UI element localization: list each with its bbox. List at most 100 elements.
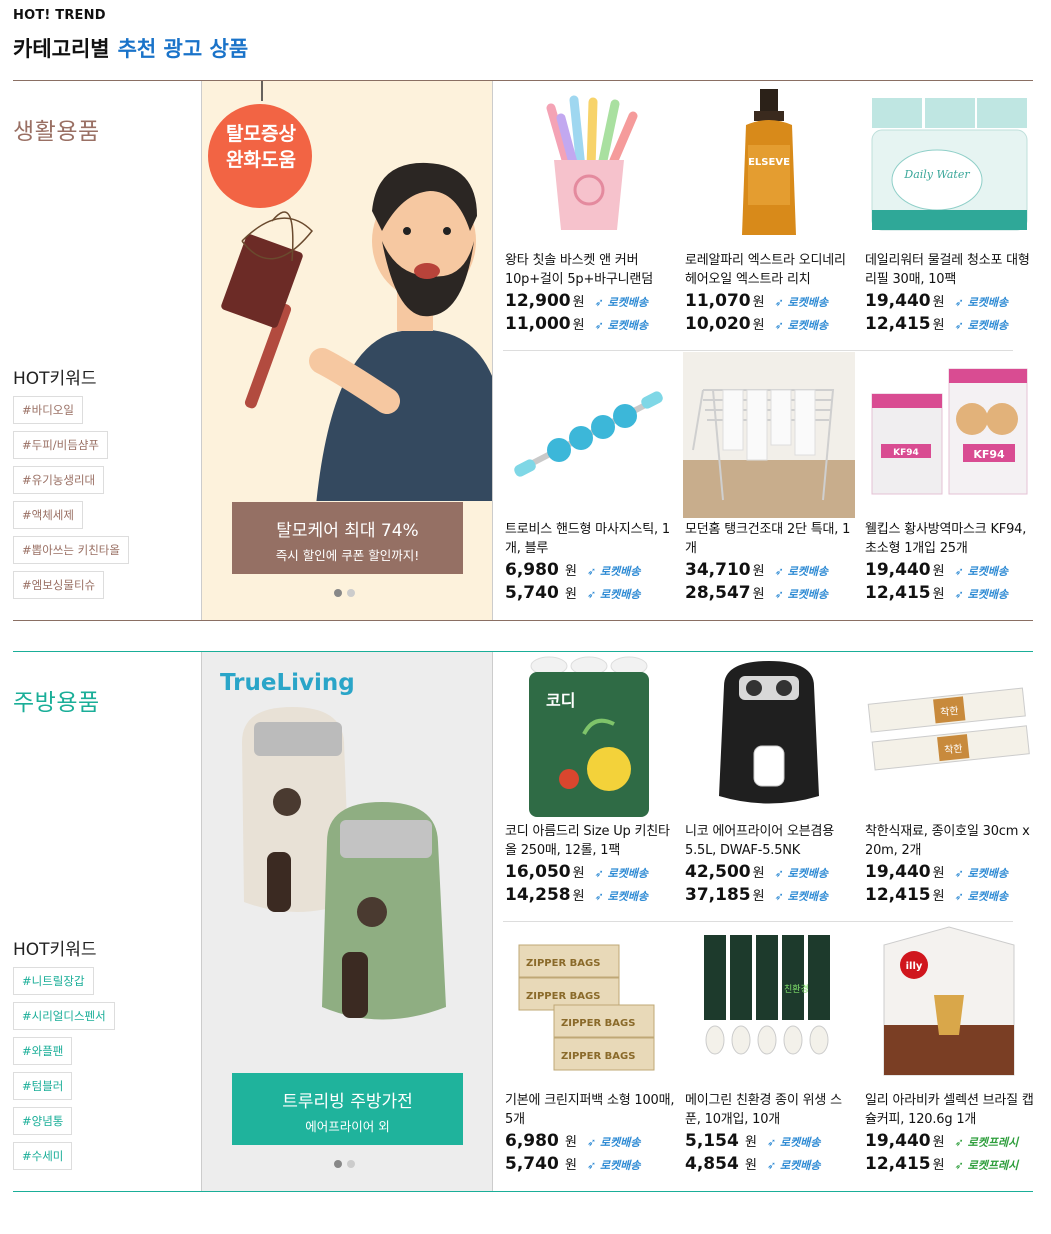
currency-unit: 원 — [572, 318, 585, 333]
price-original: 12,900 — [505, 291, 571, 311]
banner-caption[interactable]: 탈모케어 최대 74% 즉시 할인에 쿠폰 할인까지! — [232, 502, 463, 574]
carousel-dot[interactable] — [347, 589, 355, 597]
category-title[interactable]: 주방용품 — [13, 683, 100, 717]
carousel-dots — [334, 1153, 360, 1172]
product-image[interactable]: 착한 착한 — [863, 654, 1035, 822]
price-sale: 12,415 — [865, 314, 931, 334]
product-card[interactable]: illy 일리 아라비카 셀렉션 브라질 캡슐커피, 120.6g 1개 19,… — [863, 923, 1035, 1191]
price-sale: 37,185 — [685, 885, 751, 905]
product-grid: 왕타 칫솔 바스켓 앤 커버 10p+걸이 5p+바구니랜덤 12,900 원 … — [493, 81, 1033, 620]
price-original: 19,440 — [865, 560, 931, 580]
product-image[interactable] — [683, 654, 855, 822]
price-original: 6,980 — [505, 560, 559, 580]
product-name[interactable]: 모던홈 탱크건조대 2단 특대, 1개 — [685, 520, 857, 560]
banner-caption[interactable]: 트루리빙 주방가전 에어프라이어 외 — [232, 1073, 463, 1145]
product-name[interactable]: 웰킵스 황사방역마스크 KF94, 초소형 1개입 25개 — [865, 520, 1037, 560]
currency-unit: 원 — [932, 295, 945, 310]
price-sale: 12,415 — [865, 583, 931, 603]
product-image[interactable] — [503, 352, 675, 520]
drying-rack-icon — [683, 352, 855, 520]
keyword-tag[interactable]: #텀블러 — [13, 1072, 73, 1100]
keyword-tag[interactable]: #액체세제 — [13, 501, 83, 529]
product-image[interactable]: 코디 — [503, 654, 675, 822]
promo-banner[interactable]: TrueLiving 트루리빙 주방가전 에어프라이어 외 — [201, 652, 493, 1191]
keyword-tag[interactable]: #와플팬 — [13, 1037, 73, 1065]
carousel-dot[interactable] — [334, 589, 342, 597]
svg-text:ZIPPER BAGS: ZIPPER BAGS — [561, 1018, 635, 1029]
price-sale: 5,740 — [505, 583, 559, 603]
carousel-dot[interactable] — [347, 1160, 355, 1168]
currency-unit: 원 — [932, 1135, 945, 1150]
page-title: 카테고리별 추천 광고 상품 — [13, 33, 248, 63]
product-card[interactable]: ELSEVE 로레알파리 엑스트라 오디네리 헤어오일 엑스트라 리치 11,0… — [683, 83, 855, 351]
price-sale: 5,740 — [505, 1154, 559, 1174]
product-image[interactable] — [503, 83, 675, 251]
currency-unit: 원 — [932, 1158, 945, 1173]
price-original: 19,440 — [865, 291, 931, 311]
price-row-sale: 28,547 원 ➶ 로켓배송 — [685, 583, 828, 605]
product-image[interactable]: ZIPPER BAGS ZIPPER BAGS ZIPPER BAGS ZIPPER … — [503, 923, 675, 1091]
currency-unit: 원 — [752, 318, 765, 333]
keyword-tag[interactable]: #양념통 — [13, 1107, 73, 1135]
keyword-tag[interactable]: #바디오일 — [13, 396, 83, 424]
product-card[interactable]: 친환경 메이그린 친환경 종이 위생 스푼, 10개입, 10개 5,154 원… — [683, 923, 855, 1191]
rocket-delivery-badge: ➶ 로켓배송 — [594, 890, 649, 903]
price-row-original: 42,500 원 ➶ 로켓배송 — [685, 862, 828, 884]
product-image[interactable]: KF94 KF94 — [863, 352, 1035, 520]
product-name[interactable]: 일리 아라비카 셀렉션 브라질 캡슐커피, 120.6g 1개 — [865, 1091, 1037, 1131]
price-row-sale: 5,740 원 ➶ 로켓배송 — [505, 1154, 641, 1176]
keyword-tag[interactable]: #시리얼디스펜서 — [13, 1002, 115, 1030]
product-card[interactable]: 코디 코디 아름드리 Size Up 키친타올 250매, 12롤, 1팩 16… — [503, 654, 675, 922]
carousel-dot[interactable] — [334, 1160, 342, 1168]
price-sale: 4,854 — [685, 1154, 739, 1174]
currency-unit: 원 — [752, 587, 765, 602]
category-title[interactable]: 생활용품 — [13, 112, 100, 146]
product-name[interactable]: 트로비스 핸드형 마사지스틱, 1개, 블루 — [505, 520, 677, 560]
product-image[interactable]: 친환경 — [683, 923, 855, 1091]
price-row-sale: 14,258 원 ➶ 로켓배송 — [505, 885, 648, 907]
rocket-delivery-badge: ➶ 로켓배송 — [774, 588, 829, 601]
currency-unit: 원 — [752, 889, 765, 904]
product-name[interactable]: 니코 에어프라이어 오븐겸용 5.5L, DWAF-5.5NK — [685, 822, 857, 862]
keyword-tag[interactable]: #니트릴장갑 — [13, 967, 94, 995]
product-card[interactable]: 왕타 칫솔 바스켓 앤 커버 10p+걸이 5p+바구니랜덤 12,900 원 … — [503, 83, 675, 351]
svg-text:Daily Water: Daily Water — [903, 168, 970, 181]
product-name[interactable]: 데일리워터 물걸레 청소포 대형리필 30매, 10팩 — [865, 251, 1037, 291]
price-row-sale: 12,415 원 ➶ 로켓배송 — [865, 583, 1008, 605]
product-card[interactable]: 니코 에어프라이어 오븐겸용 5.5L, DWAF-5.5NK 42,500 원… — [683, 654, 855, 922]
product-image[interactable] — [683, 352, 855, 520]
product-name[interactable]: 왕타 칫솔 바스켓 앤 커버 10p+걸이 5p+바구니랜덤 — [505, 251, 677, 291]
product-name[interactable]: 로레알파리 엑스트라 오디네리 헤어오일 엑스트라 리치 — [685, 251, 857, 291]
toothbrush-cup-icon — [529, 90, 649, 244]
product-card[interactable]: Daily Water 데일리워터 물걸레 청소포 대형리필 30매, 10팩 … — [863, 83, 1035, 351]
product-card[interactable]: 착한 착한 착한식재료, 종이호일 30cm x 20m, 2개 19,440 … — [863, 654, 1035, 922]
banner-caption-sub: 즉시 할인에 쿠폰 할인까지! — [275, 548, 420, 563]
coffee-capsule-box-icon: illy — [874, 925, 1024, 1089]
product-card[interactable]: KF94 KF94 웰킵스 황사방역마스크 KF94, 초소형 1개입 25개 … — [863, 352, 1035, 620]
product-name[interactable]: 착한식재료, 종이호일 30cm x 20m, 2개 — [865, 822, 1037, 862]
keyword-tag[interactable]: #유기농생리대 — [13, 466, 105, 494]
price-row-sale: 10,020 원 ➶ 로켓배송 — [685, 314, 828, 336]
product-card[interactable]: 트로비스 핸드형 마사지스틱, 1개, 블루 6,980 원 ➶ 로켓배송 5,… — [503, 352, 675, 620]
product-name[interactable]: 코디 아름드리 Size Up 키친타올 250매, 12롤, 1팩 — [505, 822, 677, 862]
product-name[interactable]: 기본에 크린지퍼백 소형 100매, 5개 — [505, 1091, 677, 1131]
product-image[interactable]: illy — [863, 923, 1035, 1091]
price-row-original: 6,980 원 ➶ 로켓배송 — [505, 560, 641, 582]
product-image[interactable]: ELSEVE — [683, 83, 855, 251]
keyword-tag[interactable]: #엠보싱물티슈 — [13, 571, 105, 599]
svg-text:ELSEVE: ELSEVE — [748, 157, 790, 168]
product-image[interactable]: Daily Water — [863, 83, 1035, 251]
product-card[interactable]: ZIPPER BAGS ZIPPER BAGS ZIPPER BAGS ZIPPER … — [503, 923, 675, 1191]
keyword-tag[interactable]: #뽑아쓰는 키친타올 — [13, 536, 129, 564]
keyword-tag[interactable]: #수세미 — [13, 1142, 73, 1170]
price-sale: 10,020 — [685, 314, 751, 334]
price-original: 19,440 — [865, 1131, 931, 1151]
keyword-tag[interactable]: #두피/비듬샴푸 — [13, 431, 108, 459]
product-card[interactable]: 모던홈 탱크건조대 2단 특대, 1개 34,710 원 ➶ 로켓배송 28,5… — [683, 352, 855, 620]
promo-banner[interactable]: 탈모증상 완화도움 탈모케어 최대 74% 즉시 할인에 쿠폰 할인까지! — [201, 81, 493, 620]
product-name[interactable]: 메이그린 친환경 종이 위생 스푼, 10개입, 10개 — [685, 1091, 857, 1131]
svg-text:ZIPPER BAGS: ZIPPER BAGS — [526, 958, 600, 969]
rocket-delivery-badge: ➶ 로켓배송 — [586, 1136, 641, 1149]
price-sale: 28,547 — [685, 583, 751, 603]
air-fryer-icon — [699, 656, 839, 820]
